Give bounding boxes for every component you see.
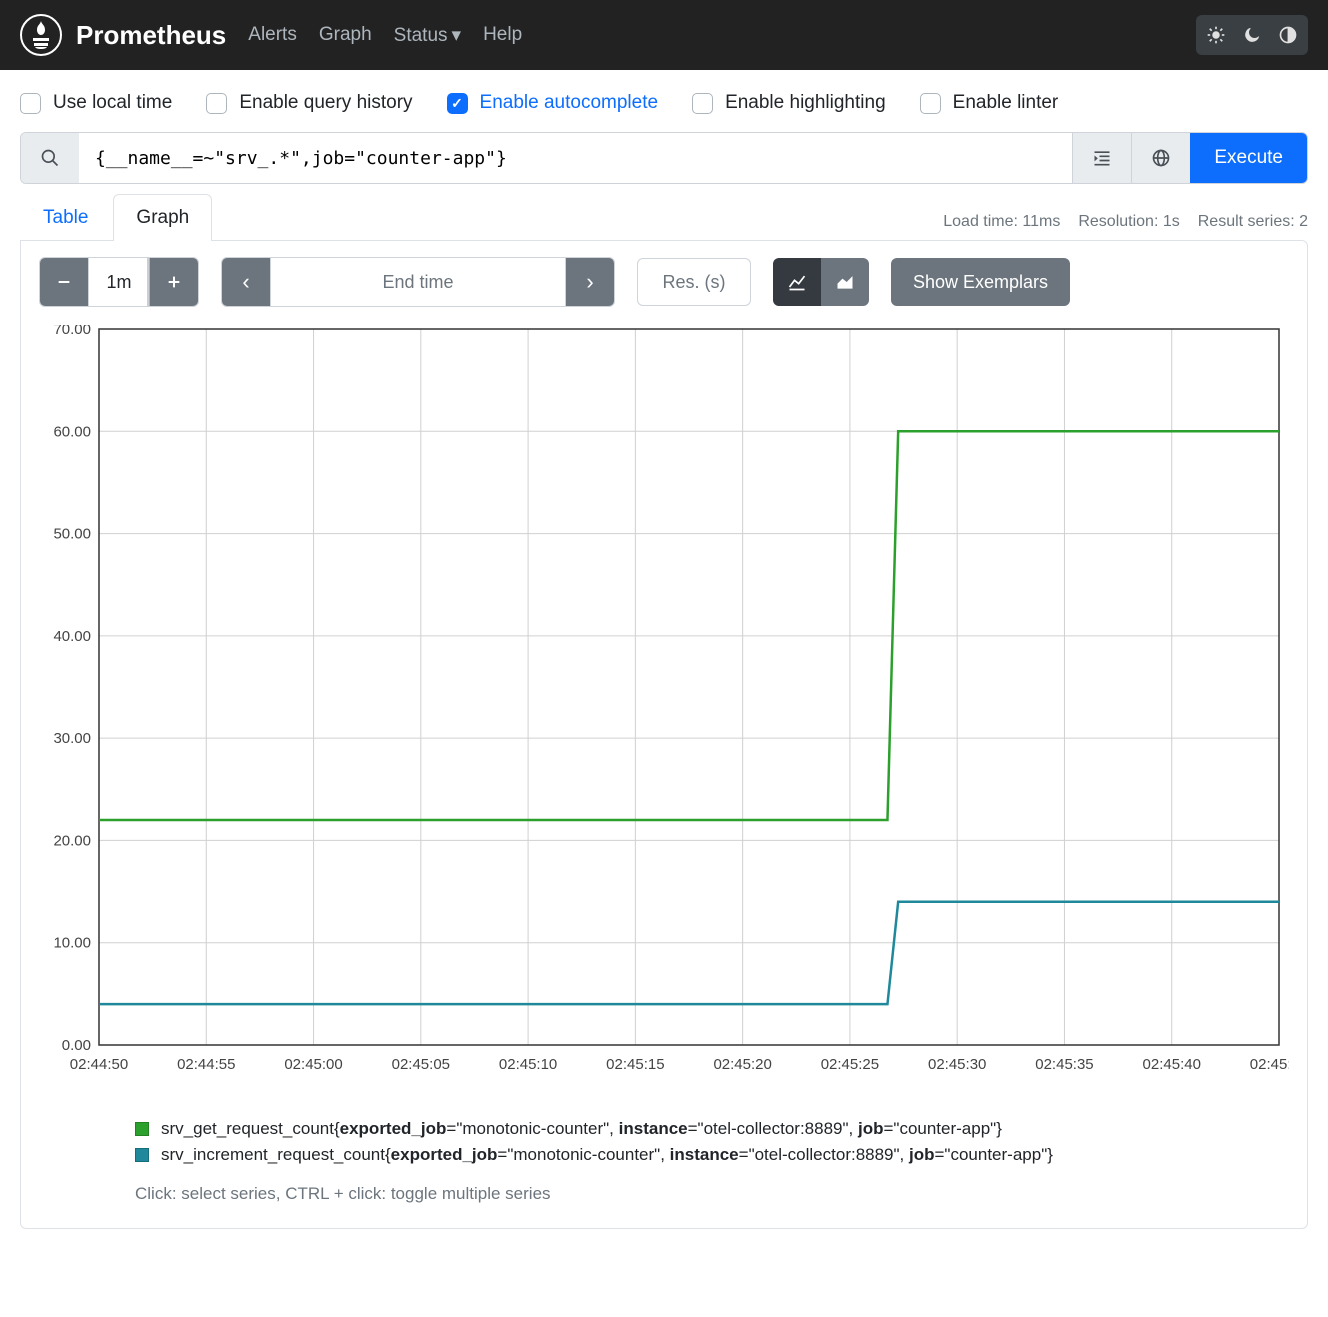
- brand-label: Prometheus: [76, 20, 226, 51]
- chevron-left-icon: ‹: [242, 269, 249, 295]
- option-linter[interactable]: Enable linter: [920, 92, 1059, 114]
- option-label: Enable query history: [239, 92, 412, 114]
- range-input[interactable]: [88, 258, 150, 306]
- svg-text:02:45:40: 02:45:40: [1143, 1056, 1201, 1073]
- svg-text:02:45:45: 02:45:45: [1250, 1056, 1289, 1073]
- option-label: Enable highlighting: [725, 92, 886, 114]
- option-label: Enable linter: [953, 92, 1059, 114]
- svg-text:02:45:25: 02:45:25: [821, 1056, 879, 1073]
- range-input-group: [39, 257, 199, 307]
- svg-text:02:45:15: 02:45:15: [606, 1056, 664, 1073]
- area-chart-icon: [835, 272, 855, 292]
- legend-label: srv_get_request_count{exported_job="mono…: [161, 1119, 1002, 1139]
- svg-text:60.00: 60.00: [53, 423, 91, 440]
- stat-load-time: Load time: 11ms: [943, 213, 1060, 231]
- svg-text:02:45:35: 02:45:35: [1035, 1056, 1093, 1073]
- nav-alerts[interactable]: Alerts: [248, 24, 297, 46]
- legend-item-2[interactable]: srv_increment_request_count{exported_job…: [135, 1142, 1289, 1168]
- legend-hint: Click: select series, CTRL + click: togg…: [135, 1184, 1289, 1204]
- graph-panel: ‹ › Show Exemplars 0.00 10.00 20.00 30.00 40…: [20, 240, 1308, 1229]
- range-decrease-button[interactable]: [40, 258, 88, 306]
- line-chart-icon: [787, 272, 807, 292]
- svg-text:02:45:20: 02:45:20: [713, 1056, 771, 1073]
- endtime-back-button[interactable]: ‹: [222, 258, 270, 306]
- execute-button[interactable]: Execute: [1190, 133, 1307, 183]
- checkbox-icon: [20, 93, 41, 114]
- metrics-explorer-button[interactable]: [1132, 133, 1190, 183]
- svg-text:70.00: 70.00: [53, 325, 91, 338]
- chart-mode-line-button[interactable]: [773, 258, 821, 306]
- theme-auto-button[interactable]: [1272, 19, 1304, 51]
- option-local-time[interactable]: Use local time: [20, 92, 172, 114]
- chart-mode-stacked-button[interactable]: [821, 258, 869, 306]
- checkbox-icon: [692, 93, 713, 114]
- globe-icon: [1151, 148, 1171, 168]
- nav-status[interactable]: Status▾: [394, 24, 461, 47]
- option-label: Use local time: [53, 92, 172, 114]
- query-options-row: Use local time Enable query history Enab…: [0, 70, 1328, 128]
- endtime-forward-button[interactable]: ›: [566, 258, 614, 306]
- format-query-button[interactable]: [1073, 133, 1131, 183]
- nav-status-label: Status: [394, 25, 448, 46]
- svg-text:02:45:10: 02:45:10: [499, 1056, 557, 1073]
- caret-down-icon: ▾: [452, 25, 462, 46]
- brand[interactable]: Prometheus: [20, 14, 226, 56]
- tab-graph[interactable]: Graph: [113, 194, 212, 241]
- theme-switcher: [1196, 15, 1308, 55]
- query-input[interactable]: [79, 133, 1072, 183]
- resolution-input[interactable]: [637, 258, 751, 306]
- query-bar: Execute: [20, 132, 1308, 184]
- option-autocomplete[interactable]: Enable autocomplete: [447, 92, 659, 114]
- stat-result-series: Result series: 2: [1198, 213, 1308, 231]
- stat-resolution: Resolution: 1s: [1078, 213, 1179, 231]
- svg-text:40.00: 40.00: [53, 628, 91, 645]
- legend-item-1[interactable]: srv_get_request_count{exported_job="mono…: [135, 1116, 1289, 1142]
- theme-light-button[interactable]: [1200, 19, 1232, 51]
- option-label: Enable autocomplete: [480, 92, 659, 114]
- checkbox-icon: [206, 93, 227, 114]
- chart[interactable]: 0.00 10.00 20.00 30.00 40.00 50.00 60.00 70.00 0…: [39, 325, 1289, 1090]
- contrast-icon: [1278, 25, 1298, 45]
- svg-text:02:45:30: 02:45:30: [928, 1056, 986, 1073]
- endtime-input-group: ‹ ›: [221, 257, 615, 307]
- prometheus-logo-icon: [20, 14, 62, 56]
- svg-text:02:45:05: 02:45:05: [392, 1056, 450, 1073]
- legend-label: srv_increment_request_count{exported_job…: [161, 1145, 1053, 1165]
- query-stats: Load time: 11ms Resolution: 1s Result se…: [943, 213, 1308, 241]
- svg-text:20.00: 20.00: [53, 832, 91, 849]
- legend: srv_get_request_count{exported_job="mono…: [135, 1116, 1289, 1204]
- plus-icon: [166, 274, 182, 290]
- option-highlighting[interactable]: Enable highlighting: [692, 92, 886, 114]
- range-increase-button[interactable]: [150, 258, 198, 306]
- svg-text:02:44:50: 02:44:50: [70, 1056, 128, 1073]
- sun-icon: [1206, 25, 1226, 45]
- indent-icon: [1092, 148, 1112, 168]
- endtime-input[interactable]: [270, 258, 566, 306]
- result-tabs-row: Table Graph Load time: 11ms Resolution: …: [20, 194, 1308, 241]
- graph-controls: ‹ › Show Exemplars: [39, 257, 1289, 307]
- show-exemplars-button[interactable]: Show Exemplars: [891, 258, 1070, 306]
- svg-text:02:45:00: 02:45:00: [284, 1056, 342, 1073]
- svg-text:50.00: 50.00: [53, 526, 91, 543]
- minus-icon: [56, 274, 72, 290]
- svg-text:0.00: 0.00: [62, 1037, 91, 1054]
- theme-dark-button[interactable]: [1236, 19, 1268, 51]
- checkbox-icon: [920, 93, 941, 114]
- chevron-right-icon: ›: [586, 269, 593, 295]
- legend-swatch-icon: [135, 1148, 149, 1162]
- moon-icon: [1242, 25, 1262, 45]
- nav-help[interactable]: Help: [483, 24, 522, 46]
- legend-swatch-icon: [135, 1122, 149, 1136]
- svg-text:02:44:55: 02:44:55: [177, 1056, 235, 1073]
- top-navbar: Prometheus Alerts Graph Status▾ Help: [0, 0, 1328, 70]
- svg-text:30.00: 30.00: [53, 730, 91, 747]
- checkbox-checked-icon: [447, 93, 468, 114]
- option-query-history[interactable]: Enable query history: [206, 92, 412, 114]
- chart-mode-toggle: [773, 258, 869, 306]
- search-icon: [21, 133, 79, 183]
- tab-table[interactable]: Table: [20, 194, 111, 241]
- svg-text:10.00: 10.00: [53, 935, 91, 952]
- nav-graph[interactable]: Graph: [319, 24, 372, 46]
